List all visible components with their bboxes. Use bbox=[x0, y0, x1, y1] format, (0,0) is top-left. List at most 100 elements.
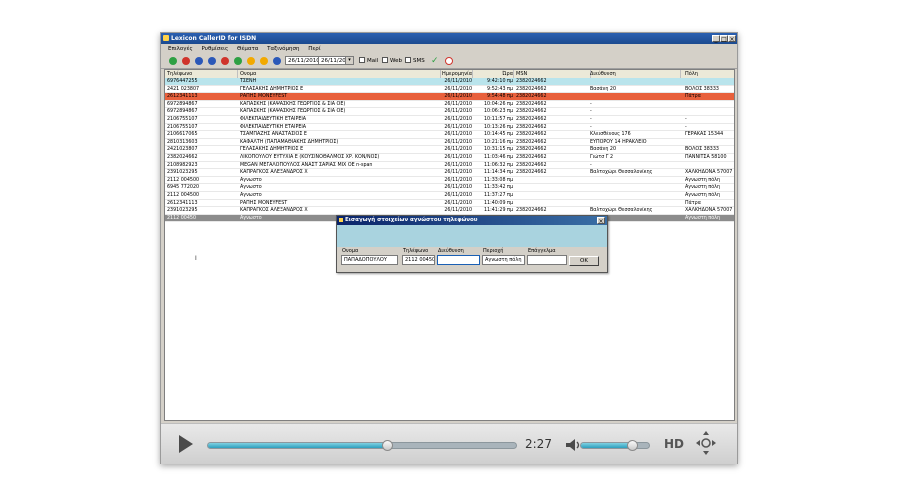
table-row[interactable]: 2106617065 ΤΣΑΜΠΑΖΗΣ ΑΝΑΣΤΑΣΙΟΣ Ε 26/11/20… bbox=[165, 131, 734, 139]
table-row[interactable]: 2106755107 ΦΙΛΕΚΠΑΙΔΕΥΤΙΚΗ ΕΤΑΙΡΕΙΑ 26/11/… bbox=[165, 116, 734, 124]
table-cell: 11:33:42 πμ bbox=[483, 185, 513, 191]
table-cell: 26/11/2010 bbox=[444, 200, 472, 206]
table-row[interactable]: 2391023295 ΚΑΠΡΑΓΚΟΣ ΑΛΕΞΑΝΔΡΟΣ Χ 26/11/20… bbox=[165, 207, 734, 215]
area-field[interactable]: Αγνωστη πόλη bbox=[482, 255, 525, 265]
table-cell: 2382024662 bbox=[516, 79, 547, 84]
table-cell: Πάτρα bbox=[685, 200, 701, 206]
table-row[interactable]: 2112 004500 Αγνωστο 26/11/2010 11:37:27 πμ Α… bbox=[165, 192, 734, 200]
seek-bar[interactable] bbox=[207, 440, 517, 451]
ok-button[interactable]: OK bbox=[569, 256, 599, 266]
help-icon[interactable] bbox=[260, 57, 268, 65]
stop-icon[interactable] bbox=[221, 57, 229, 65]
table-row[interactable]: 2612341113 ΡΑΠΗΣ MONEYFEST 26/11/2010 9:54:… bbox=[165, 93, 734, 101]
speaker-icon[interactable] bbox=[565, 438, 581, 452]
table-cell: 2382024662 bbox=[516, 117, 547, 122]
address-label: Διεύθυνση bbox=[438, 248, 464, 254]
name-field[interactable]: ΠΑΠΑΔΟΠΟΥΛΟΥ bbox=[341, 255, 398, 265]
fullscreen-icon[interactable] bbox=[695, 430, 717, 456]
table-row[interactable]: 6972894867 ΚΑΠΑΣΚΗΣ (ΚΑΨΑΣΚΗΣ ΓΕΩΡΓΙΟΣ & … bbox=[165, 101, 734, 109]
table-cell: 2612341113 bbox=[167, 94, 198, 100]
phone-label: Τηλέφωνο bbox=[403, 248, 429, 254]
go-icon[interactable] bbox=[234, 57, 242, 65]
play-icon[interactable] bbox=[179, 435, 193, 453]
table-row[interactable]: 2112 004500 Αγνωστο 26/11/2010 11:33:08 πμ Α… bbox=[165, 177, 734, 185]
no-entry-icon[interactable] bbox=[445, 57, 453, 65]
table-row[interactable]: 2382024662 ΛΙΚΟΠΟΥΛΟΥ ΕΥΤΥΧΙΑ Ε (ΚΟΥΣΙΝΟΘ… bbox=[165, 154, 734, 162]
table-cell: 2421 023807 bbox=[167, 86, 200, 92]
refresh-icon[interactable] bbox=[169, 57, 177, 65]
column-header[interactable]: MSN bbox=[516, 70, 591, 78]
column-header[interactable]: Διεύθυνση bbox=[590, 70, 681, 78]
phone-icon[interactable] bbox=[195, 57, 203, 65]
table-row[interactable]: 2108982923 MEGAN ΜΕΓΑΛΟΠΟΥΛΟΣ ΑΝΑΣΤ ΣΑΡΙΑ… bbox=[165, 162, 734, 170]
maximize-button[interactable]: □ bbox=[720, 35, 728, 43]
contacts-icon[interactable] bbox=[208, 57, 216, 65]
chevron-down-icon[interactable]: ▾ bbox=[345, 57, 353, 64]
table-cell: ΓΕΛΑΣΑΚΗΣ ΔΗΜΗΤΡΙΟΣ Ε bbox=[240, 147, 304, 153]
table-row[interactable]: 2810313603 ΚΑΦΑΛΤΗ (ΠΑΠΑΜΑΘΙΑΚΗΣ ΔΗΜΗΤΡΙΟ… bbox=[165, 139, 734, 147]
dialog-title-bar[interactable]: Εισαγωγή στοιχείων αγνώστου τηλεφώνου × bbox=[337, 216, 607, 225]
table-cell: 26/11/2010 bbox=[444, 109, 472, 115]
close-button[interactable]: × bbox=[728, 35, 736, 43]
table-row[interactable]: 2421 023807 ΓΕΛΑΣΑΚΗΣ ΔΗΜΗΤΡΙΟΣ Ε 26/11/20… bbox=[165, 86, 734, 94]
column-header[interactable]: Ημερομηνία bbox=[435, 70, 473, 78]
table-cell: 11:14:34 πμ bbox=[483, 170, 513, 176]
dialog-close-button[interactable]: × bbox=[597, 217, 605, 225]
menu-item-about[interactable]: Περί bbox=[308, 46, 320, 52]
table-cell: - bbox=[590, 124, 592, 130]
table-row[interactable]: 6972894867 ΚΑΠΑΣΚΗΣ (ΚΑΨΑΣΚΗΣ ΓΕΩΡΓΙΟΣ & … bbox=[165, 108, 734, 116]
table-cell: 6976447255 bbox=[167, 79, 198, 84]
table-cell: ΒΟΛΟΣ 38333 bbox=[685, 86, 719, 92]
table-cell: MEGAN ΜΕΓΑΛΟΠΟΥΛΟΣ ΑΝΑΣΤ ΣΑΡΙΑΣ ΜΙΧ ΟΕ n… bbox=[240, 162, 373, 168]
mail-checkbox[interactable] bbox=[359, 57, 365, 63]
table-cell: 26/11/2010 bbox=[444, 147, 472, 153]
title-bar[interactable]: Lexicon CallerID for ISDN _ □ × bbox=[161, 33, 737, 44]
check-icon[interactable]: ✓ bbox=[431, 55, 439, 67]
table-row[interactable]: 6976447255 ΤΣΕΝΗ 26/11/2010 9:42:10 πμ 23820… bbox=[165, 78, 734, 86]
table-cell: 2421023807 bbox=[167, 147, 198, 153]
column-header[interactable]: Τηλέφωνο bbox=[167, 70, 238, 78]
web-checkbox[interactable] bbox=[382, 57, 388, 63]
profession-field[interactable] bbox=[527, 255, 567, 265]
table-row[interactable]: 2391023295 ΚΑΠΡΑΓΚΟΣ ΑΛΕΞΑΝΔΡΟΣ Χ 26/11/20… bbox=[165, 169, 734, 177]
column-header[interactable]: Ώρα bbox=[475, 70, 514, 78]
table-cell: 26/11/2010 bbox=[444, 124, 472, 130]
toolbar: 26/11/2010 ▾ 26/11/2010 ▾ Mail Web SMS ✓ bbox=[161, 54, 737, 69]
info-icon[interactable] bbox=[247, 57, 255, 65]
hd-button[interactable]: HD bbox=[664, 437, 684, 451]
table-row[interactable]: 2421023807 ΓΕΛΑΣΑΚΗΣ ΔΗΜΗΤΡΙΟΣ Ε 26/11/201… bbox=[165, 146, 734, 154]
table-cell: 11:06:32 πμ bbox=[483, 162, 513, 168]
sms-checkbox[interactable] bbox=[405, 57, 411, 63]
seek-handle[interactable] bbox=[381, 440, 393, 451]
table-cell: 2382024662 bbox=[516, 86, 547, 92]
column-header[interactable]: Ονομα bbox=[240, 70, 441, 78]
table-cell: 10:06:23 πμ bbox=[483, 109, 513, 115]
table-row[interactable]: 6945 772020 Αγνωστο 26/11/2010 11:33:42 πμ Α… bbox=[165, 184, 734, 192]
table-cell: ΒΟΛΟΣ 38333 bbox=[685, 147, 719, 153]
table-cell: Αγνωστο bbox=[240, 185, 262, 191]
table-row[interactable]: 2612341113 ΡΑΠΗΣ MONEYFEST 26/11/2010 11:40… bbox=[165, 200, 734, 208]
table-cell: 2106617065 bbox=[167, 132, 198, 138]
menu-item-settings[interactable]: Ρυθμίσεις bbox=[201, 46, 228, 52]
table-cell: 26/11/2010 bbox=[444, 94, 472, 100]
volume-handle[interactable] bbox=[627, 440, 638, 451]
table-row[interactable]: 2106755107 ΦΙΛΕΚΠΑΙΔΕΥΤΙΚΗ ΕΤΑΙΡΕΙΑ 26/11/… bbox=[165, 124, 734, 132]
menu-item-sort[interactable]: Ταξινόμηση bbox=[267, 46, 299, 52]
column-header[interactable]: Πόλη bbox=[685, 70, 734, 78]
table-cell: 2382024662 bbox=[167, 155, 198, 160]
menu-item-topics[interactable]: Θέματα bbox=[237, 46, 258, 52]
sms-label: SMS bbox=[413, 58, 425, 64]
table-cell: 2112 004500 bbox=[167, 177, 200, 183]
table-cell: 2391023295 bbox=[167, 208, 198, 214]
address-field[interactable] bbox=[437, 255, 480, 265]
globe-icon[interactable] bbox=[273, 57, 281, 65]
date-to-picker[interactable]: 26/11/2010 ▾ bbox=[318, 56, 354, 65]
date-from-value: 26/11/2010 bbox=[288, 58, 320, 64]
minimize-button[interactable]: _ bbox=[712, 35, 720, 43]
volume-slider[interactable] bbox=[580, 440, 650, 451]
menu-item-options[interactable]: Επιλογές bbox=[168, 46, 193, 52]
delete-icon[interactable] bbox=[182, 57, 190, 65]
phone-field[interactable]: 2112 004500 bbox=[402, 255, 435, 265]
table-cell: 2382024662 bbox=[516, 162, 547, 168]
table-cell: ΦΙΛΕΚΠΑΙΔΕΥΤΙΚΗ ΕΤΑΙΡΕΙΑ bbox=[240, 124, 307, 130]
